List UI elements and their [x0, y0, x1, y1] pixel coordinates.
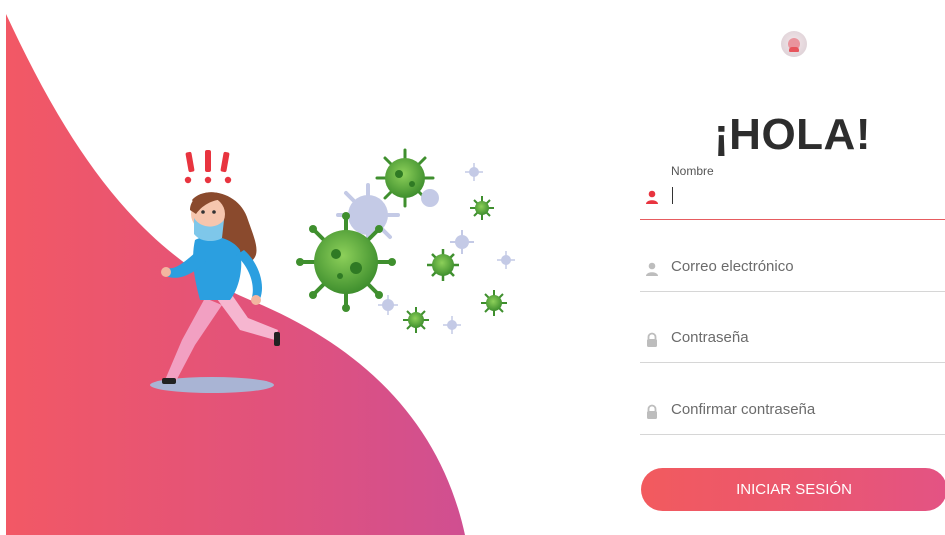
virus-light-tiny — [465, 163, 483, 181]
virus-light-small — [450, 230, 474, 254]
name-field-label: Nombre — [671, 164, 714, 178]
lock-icon — [647, 332, 657, 347]
password-field[interactable]: Contraseña — [640, 310, 945, 363]
virus-green-mid — [427, 249, 459, 281]
virus-light-mid — [421, 189, 439, 207]
hero-graphic — [6, 14, 515, 535]
name-field[interactable]: Nombre — [640, 164, 945, 220]
hero-illustration — [0, 0, 520, 535]
virus-green-small-c — [403, 307, 429, 333]
text-caret — [672, 187, 673, 204]
virus-light-right — [497, 251, 515, 269]
virus-green-large — [296, 212, 396, 312]
confirm-password-field[interactable]: Confirmar contraseña — [640, 382, 945, 435]
user-icon — [646, 190, 658, 204]
confirm-password-placeholder: Confirmar contraseña — [671, 401, 816, 418]
user-icon — [646, 262, 658, 276]
lock-icon — [647, 404, 657, 419]
app-logo-icon — [781, 31, 807, 57]
email-placeholder: Correo electrónico — [671, 258, 794, 275]
password-placeholder: Contraseña — [671, 329, 749, 346]
alert-marks — [184, 150, 232, 184]
email-field[interactable]: Correo electrónico — [640, 239, 945, 292]
virus-light-low — [443, 316, 461, 334]
virus-green-small-b — [481, 290, 507, 316]
login-button[interactable]: INICIAR SESIÓN — [641, 468, 945, 511]
virus-green-small-a — [470, 196, 494, 220]
name-input[interactable] — [671, 186, 921, 203]
virus-cluster — [296, 148, 515, 334]
page-title: ¡HOLA! — [714, 110, 871, 159]
